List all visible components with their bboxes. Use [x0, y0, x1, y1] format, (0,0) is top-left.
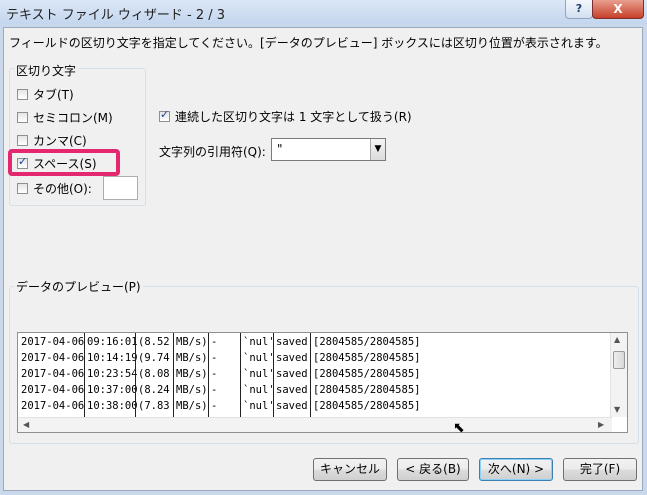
table-row: 2017-04-06 09:16:01 (8.52 MB/s) - `nul' saved […	[18, 335, 612, 352]
table-cell: [2804585/2804585]	[313, 336, 421, 348]
column-break-line[interactable]	[135, 333, 136, 417]
space-label[interactable]: スペース(S)	[33, 155, 97, 172]
column-break-line[interactable]	[208, 333, 209, 417]
table-cell: (9.74	[138, 352, 170, 364]
table-cell: 10:37:00	[87, 384, 138, 396]
table-cell: MB/s)	[176, 336, 208, 348]
data-preview[interactable]: 2017-04-06 09:16:01 (8.52 MB/s) - `nul' saved[…	[17, 332, 628, 433]
table-cell: MB/s)	[176, 384, 208, 396]
table-cell: 2017-04-06	[21, 384, 85, 396]
table-cell: (8.24	[138, 384, 170, 396]
scroll-up-icon[interactable]: ▲	[614, 335, 620, 344]
table-cell: [2804585/2804585]	[313, 368, 421, 380]
tab-checkbox[interactable]	[17, 89, 28, 100]
table-cell: 2017-04-06	[21, 352, 85, 364]
column-break-line[interactable]	[240, 333, 241, 417]
table-cell: (8.08	[138, 368, 170, 380]
table-cell: [2804585/2804585]	[313, 400, 421, 412]
title-bar: テキスト ファイル ウィザード - 2 / 3 ? X	[0, 0, 647, 24]
table-cell: `nul'	[243, 368, 275, 380]
tab-label[interactable]: タブ(T)	[33, 86, 74, 103]
table-cell: -	[211, 352, 218, 364]
window-title: テキスト ファイル ウィザード - 2 / 3	[6, 8, 226, 23]
comma-label[interactable]: カンマ(C)	[33, 132, 87, 149]
text-qualifier-label: 文字列の引用符(Q):	[159, 145, 266, 159]
wizard-dialog: フィールドの区切り文字を指定してください。[データのプレビュー] ボックスには区…	[3, 27, 643, 491]
next-button[interactable]: 次へ(N) >	[479, 458, 553, 481]
table-cell: MB/s)	[176, 352, 208, 364]
table-row: 2017-04-06 10:37:00 (8.24 MB/s) - `nul' saved […	[18, 383, 612, 400]
back-button[interactable]: < 戻る(B)	[397, 458, 469, 481]
table-row: 2017-04-06 10:14:19 (9.74 MB/s) - `nul' saved […	[18, 351, 612, 368]
other-delimiter-input[interactable]	[103, 176, 138, 200]
other-label[interactable]: その他(O):	[33, 180, 92, 197]
table-cell: 2017-04-06	[21, 400, 85, 412]
table-cell: -	[211, 368, 218, 380]
scroll-down-icon[interactable]: ▼	[614, 405, 620, 414]
table-cell: MB/s)	[176, 400, 208, 412]
table-cell: 10:14:19	[87, 352, 138, 364]
instruction-text: フィールドの区切り文字を指定してください。[データのプレビュー] ボックスには区…	[9, 36, 608, 50]
space-checkbox[interactable]	[17, 155, 28, 169]
table-cell: `nul'	[243, 352, 275, 364]
table-cell: saved	[276, 400, 308, 412]
other-checkbox[interactable]	[17, 183, 28, 194]
horizontal-scrollbar[interactable]: ◀ ▶	[18, 417, 612, 432]
consecutive-label[interactable]: 連続した区切り文字は 1 文字として扱う(R)	[175, 108, 412, 125]
table-cell: saved	[276, 368, 308, 380]
table-cell: 10:23:54	[87, 368, 138, 380]
text-qualifier-select[interactable]: " ▼	[271, 138, 386, 161]
table-cell: 2017-04-06	[21, 368, 85, 380]
scroll-thumb[interactable]	[613, 351, 625, 369]
column-break-line[interactable]	[173, 333, 174, 417]
cancel-button[interactable]: キャンセル	[313, 458, 387, 481]
table-cell: 10:38:00	[87, 400, 138, 412]
text-qualifier-value: "	[277, 142, 283, 156]
semicolon-checkbox[interactable]	[17, 112, 28, 123]
table-cell: 09:16:01	[87, 336, 138, 348]
table-cell: saved	[276, 384, 308, 396]
table-cell: [2804585/2804585]	[313, 384, 421, 396]
help-button[interactable]: ?	[565, 0, 593, 19]
table-row: 2017-04-06 10:38:00 (7.83 MB/s) - `nul' saved […	[18, 399, 612, 416]
table-cell: 2017-04-06	[21, 336, 85, 348]
column-break-line[interactable]	[84, 333, 85, 417]
table-row: 2017-04-06 10:23:54 (8.08 MB/s) - `nul' saved […	[18, 367, 612, 384]
table-cell: `nul'	[243, 400, 275, 412]
scroll-left-icon[interactable]: ◀	[23, 420, 29, 429]
delimiter-group-title: 区切り文字	[14, 62, 79, 79]
finish-button[interactable]: 完了(F)	[563, 458, 637, 481]
table-cell: MB/s)	[176, 368, 208, 380]
semicolon-label[interactable]: セミコロン(M)	[33, 109, 113, 126]
table-cell: -	[211, 400, 218, 412]
table-cell: saved	[276, 336, 308, 348]
table-cell: `nul'	[243, 336, 275, 348]
comma-checkbox[interactable]	[17, 135, 28, 146]
table-cell: -	[211, 336, 218, 348]
close-button[interactable]: X	[592, 0, 644, 19]
scroll-right-icon[interactable]: ▶	[598, 420, 604, 429]
column-break-line[interactable]	[273, 333, 274, 417]
table-cell: saved	[276, 352, 308, 364]
column-break-line[interactable]	[310, 333, 311, 417]
mouse-cursor-icon: ⬉	[453, 420, 465, 436]
table-cell: (8.52	[138, 336, 170, 348]
chevron-down-icon[interactable]: ▼	[370, 139, 385, 160]
table-cell: [2804585/2804585]	[313, 352, 421, 364]
consecutive-checkbox[interactable]	[159, 108, 170, 122]
table-cell: `nul'	[243, 384, 275, 396]
table-cell: (7.83	[138, 400, 170, 412]
table-cell: -	[211, 384, 218, 396]
vertical-scrollbar[interactable]: ▲ ▼	[610, 333, 627, 417]
preview-title: データのプレビュー(P)	[14, 278, 143, 295]
